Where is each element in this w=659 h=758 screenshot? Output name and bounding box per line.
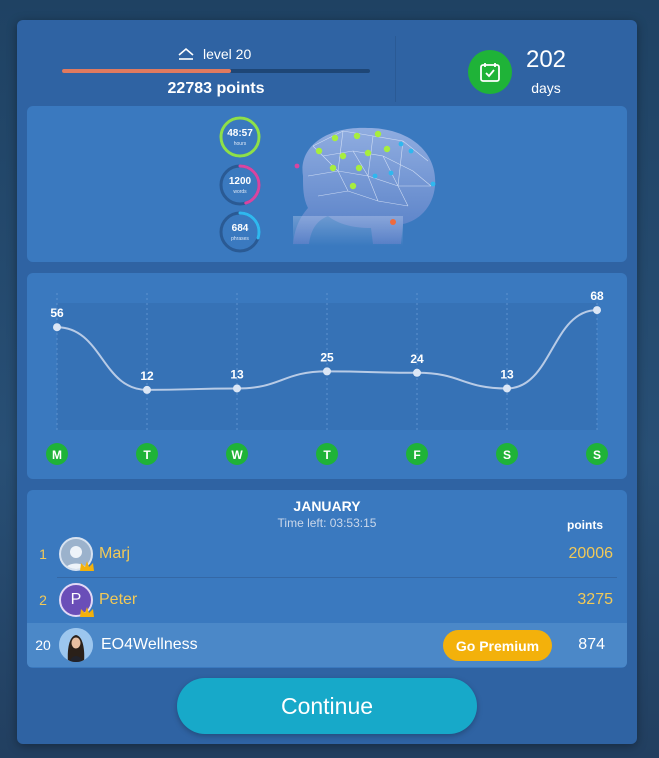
chevron-up-icon [178,47,194,60]
continue-button[interactable]: Continue [177,678,477,734]
player-name: EO4Wellness [101,636,198,653]
points-total: 22783 points [167,80,265,97]
hours-value: 48:57 [227,128,253,139]
level-progress-fill [62,69,232,73]
go-premium-button[interactable]: Go Premium [443,630,552,661]
data-label: 56 [50,306,64,320]
data-point [323,367,331,376]
rank: 1 [39,546,47,562]
brain-illustration [293,127,436,246]
phrases-ring: 684 phrases [219,211,261,253]
progress-card: level 20 22783 points 202 days 48:57 hou… [17,20,637,744]
hours-label: hours [233,141,247,147]
day-label: S [593,448,601,462]
data-label: 13 [230,367,244,381]
rank: 2 [39,592,47,608]
data-point [143,385,151,394]
stats-panel: 48:57 hours 1200 words 684 phrases [27,106,627,262]
points-column-header: points [567,518,603,532]
day-label: T [143,448,151,462]
data-point [233,384,241,393]
leaderboard-month: JANUARY [293,498,361,514]
player-name: Marj [99,545,131,562]
data-point [503,384,511,393]
player-name: Peter [99,591,138,608]
user-photo-icon [59,628,93,662]
data-point [53,323,61,332]
data-label: 25 [320,350,334,364]
level-label: level 20 [203,46,252,62]
streak-days-value: 202 [525,46,567,73]
leaderboard-time-left: Time left: 03:53:15 [277,516,377,530]
streak-days-label: days [531,80,561,96]
header-divider [395,36,396,102]
data-point [593,306,601,315]
rank: 20 [35,637,51,653]
data-point [413,368,421,377]
weekly-chart-panel: 56 M 12 T 13 W 25 T 24 F 13 S 68 S [27,273,627,479]
data-label: 68 [590,289,604,303]
avatar [59,628,93,662]
day-label: F [413,448,420,462]
crown-icon [80,607,94,617]
crown-icon [80,561,94,571]
day-label: T [323,448,331,462]
hours-ring: 48:57 hours [219,116,261,158]
data-label: 13 [500,367,514,381]
level-progress-bar [62,69,370,73]
header-section: level 20 22783 points 202 days [27,28,627,108]
calendar-check-icon [468,50,512,94]
weekly-points-chart: 56 M 12 T 13 W 25 T 24 F 13 S 68 S [46,289,608,465]
leaderboard-panel: JANUARY Time left: 03:53:15 points 1 Mar… [27,490,627,668]
data-label: 12 [140,369,154,383]
day-label: M [52,448,62,462]
level-indicator: level 20 [177,46,251,62]
words-label: words [233,189,247,195]
leaderboard-row-current-user[interactable]: 20 EO4Wellness Go Premium 874 [27,623,627,667]
player-points: 3275 [577,591,613,608]
day-label: W [231,448,243,462]
player-points: 20006 [568,545,614,562]
words-ring: 1200 words [219,164,261,206]
leaderboard-row[interactable]: 2 P Peter 3275 [27,578,627,622]
day-label: S [503,448,511,462]
words-value: 1200 [228,176,252,187]
player-points: 874 [578,636,605,653]
data-label: 24 [410,352,424,366]
leaderboard-row[interactable]: 1 Marj 20006 [27,532,627,576]
phrases-label: phrases [231,236,249,242]
phrases-value: 684 [231,223,249,234]
chart-plot-area [57,303,597,430]
